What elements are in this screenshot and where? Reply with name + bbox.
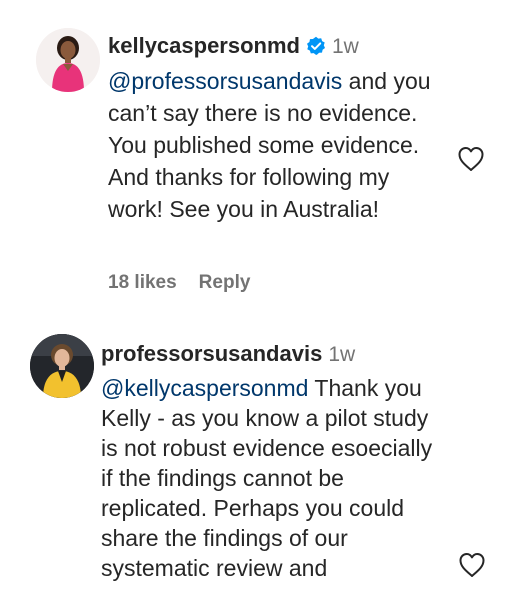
mention-link[interactable]: @kellycaspersonmd: [101, 375, 308, 401]
comment-meta: 18 likes Reply: [108, 272, 250, 294]
comment-item: kellycaspersonmd 1w @professorsusandavis…: [0, 22, 513, 312]
username-link[interactable]: professorsusandavis: [101, 341, 322, 366]
comment-item: professorsusandavis 1w @kellycaspersonmd …: [0, 332, 513, 600]
heart-outline-icon[interactable]: [456, 144, 486, 174]
heart-outline-icon[interactable]: [457, 550, 487, 580]
comment-header: kellycaspersonmd 1w: [108, 32, 448, 61]
comment-timestamp: 1w: [331, 35, 359, 58]
comment-header: professorsusandavis 1w: [101, 340, 441, 369]
comment-body: Thank you Kelly - as you know a pilot st…: [101, 375, 433, 581]
avatar[interactable]: [30, 334, 94, 398]
comment-content: kellycaspersonmd 1w @professorsusandavis…: [108, 32, 448, 225]
mention-link[interactable]: @professorsusandavis: [108, 68, 342, 94]
comment-timestamp: 1w: [328, 343, 356, 366]
avatar[interactable]: [36, 28, 100, 92]
user-avatar-icon: [36, 28, 100, 92]
comment-text: @professorsusandavis and you can’t say t…: [108, 65, 448, 225]
user-avatar-icon: [30, 334, 94, 398]
comment-text: @kellycaspersonmd Thank you Kelly - as y…: [101, 373, 441, 583]
username-link[interactable]: kellycaspersonmd: [108, 33, 300, 58]
comment-content: professorsusandavis 1w @kellycaspersonmd …: [101, 340, 441, 583]
verified-badge-icon: [306, 36, 325, 55]
reply-button[interactable]: Reply: [199, 272, 251, 293]
likes-count[interactable]: 18 likes: [108, 272, 177, 293]
